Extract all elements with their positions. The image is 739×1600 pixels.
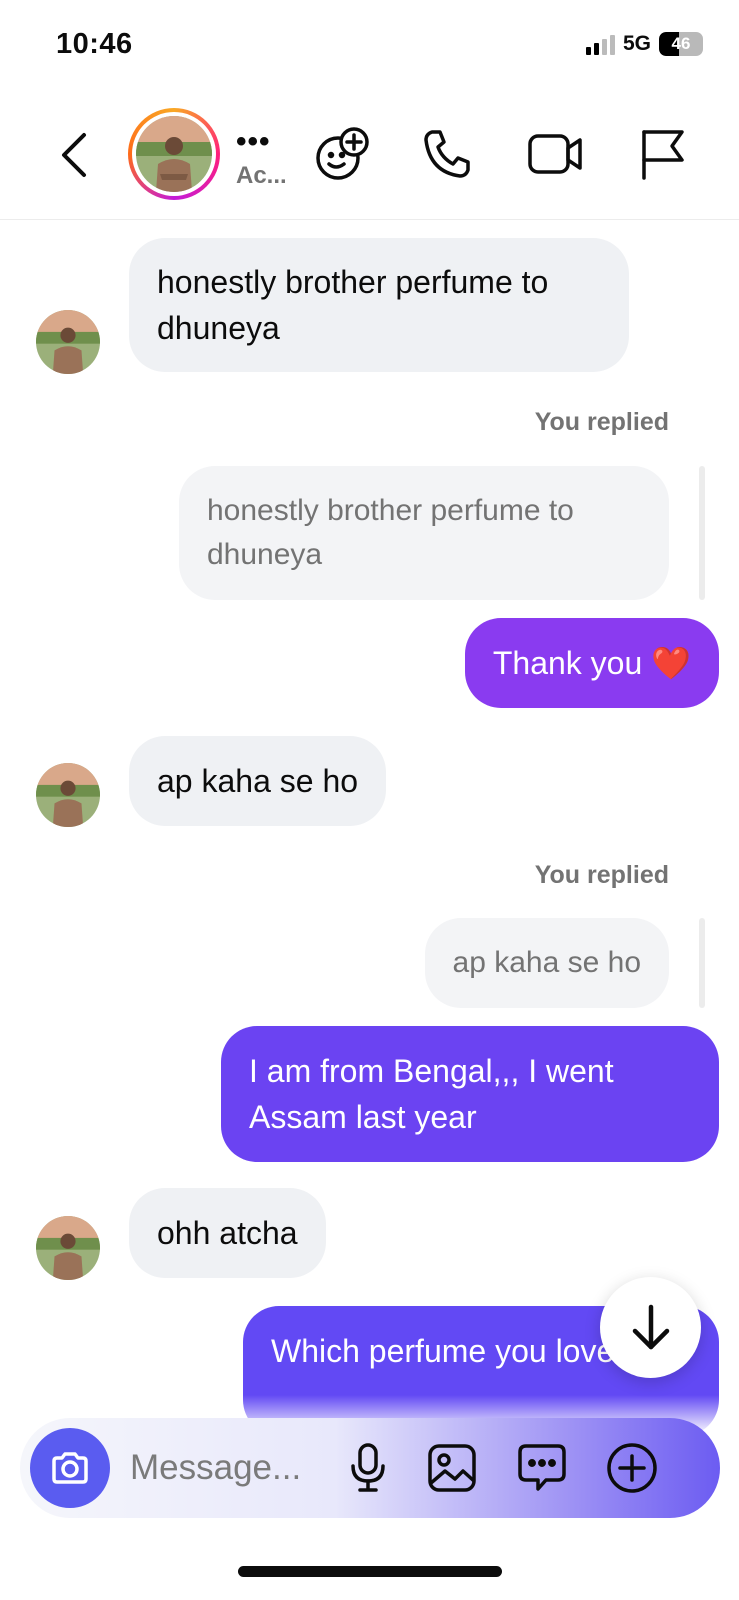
contact-status: Ac... xyxy=(236,162,287,189)
signal-icon xyxy=(585,33,615,55)
chat-options-button[interactable] xyxy=(512,1438,572,1498)
chat-header: ••• Ac... xyxy=(0,90,739,220)
contact-avatar[interactable] xyxy=(128,108,220,200)
message-composer xyxy=(20,1418,720,1518)
message-incoming[interactable]: honestly brother perfume to dhuneya xyxy=(129,238,629,372)
reply-quote[interactable]: honestly brother perfume to dhuneya xyxy=(179,466,669,600)
message-text: ohh atcha xyxy=(157,1215,298,1251)
microphone-icon xyxy=(351,1443,385,1492)
voice-message-button[interactable] xyxy=(338,1438,398,1498)
message-input[interactable] xyxy=(130,1444,340,1492)
sender-avatar[interactable] xyxy=(36,763,100,827)
reply-quote[interactable]: ap kaha se ho xyxy=(424,918,669,1008)
profile-photo xyxy=(136,116,212,192)
message-text: Which perfume you love xyxy=(271,1333,615,1369)
status-bar: 10:46 5G 46 xyxy=(0,0,739,90)
camera-button[interactable] xyxy=(30,1428,110,1508)
image-icon xyxy=(428,1444,476,1492)
sticker-button[interactable] xyxy=(310,122,374,186)
video-call-button[interactable] xyxy=(524,122,588,186)
message-incoming[interactable]: ap kaha se ho xyxy=(129,736,387,826)
message-text: honestly brother perfume to dhuneya xyxy=(157,264,549,346)
status-time: 10:46 xyxy=(56,28,133,60)
profile-photo xyxy=(36,310,100,374)
message-incoming[interactable]: ohh atcha xyxy=(129,1188,326,1278)
battery-icon: 46 xyxy=(659,32,703,56)
status-indicators: 5G 46 xyxy=(585,32,703,56)
scroll-to-bottom-button[interactable] xyxy=(600,1277,701,1378)
chat-bubble-icon xyxy=(518,1444,566,1491)
sender-avatar[interactable] xyxy=(36,1216,100,1280)
reply-label: You replied xyxy=(534,861,669,889)
message-text: ap kaha se ho xyxy=(157,763,359,799)
contact-name[interactable]: ••• xyxy=(236,127,271,157)
arrow-down-icon xyxy=(632,1304,669,1349)
camera-icon xyxy=(52,1452,88,1484)
reply-indicator xyxy=(699,466,705,600)
reply-label: You replied xyxy=(534,408,669,436)
call-button[interactable] xyxy=(416,122,480,186)
plus-circle-icon xyxy=(607,1443,657,1493)
sticker-add-icon xyxy=(316,127,369,180)
network-label: 5G xyxy=(622,32,651,55)
home-indicator xyxy=(238,1566,502,1577)
video-camera-icon xyxy=(528,134,582,174)
message-outgoing[interactable]: Thank you ❤️ xyxy=(464,618,719,708)
chevron-left-icon xyxy=(62,133,86,177)
reply-quote-text: ap kaha se ho xyxy=(452,946,641,979)
more-options-button[interactable] xyxy=(602,1438,662,1498)
message-text: I am from Bengal,,, I went Assam last ye… xyxy=(249,1053,614,1135)
message-text: Thank you ❤️ xyxy=(492,645,691,681)
profile-photo xyxy=(36,1216,100,1280)
reply-indicator xyxy=(699,918,705,1008)
profile-photo xyxy=(36,763,100,827)
reply-quote-text: honestly brother perfume to dhuneya xyxy=(207,494,574,571)
back-button[interactable] xyxy=(52,128,96,182)
sender-avatar[interactable] xyxy=(36,310,100,374)
flag-icon xyxy=(642,130,684,180)
report-button[interactable] xyxy=(630,122,694,186)
battery-level: 46 xyxy=(671,34,691,53)
message-outgoing[interactable]: I am from Bengal,,, I went Assam last ye… xyxy=(221,1026,719,1162)
phone-icon xyxy=(424,130,470,178)
gallery-button[interactable] xyxy=(422,1438,482,1498)
